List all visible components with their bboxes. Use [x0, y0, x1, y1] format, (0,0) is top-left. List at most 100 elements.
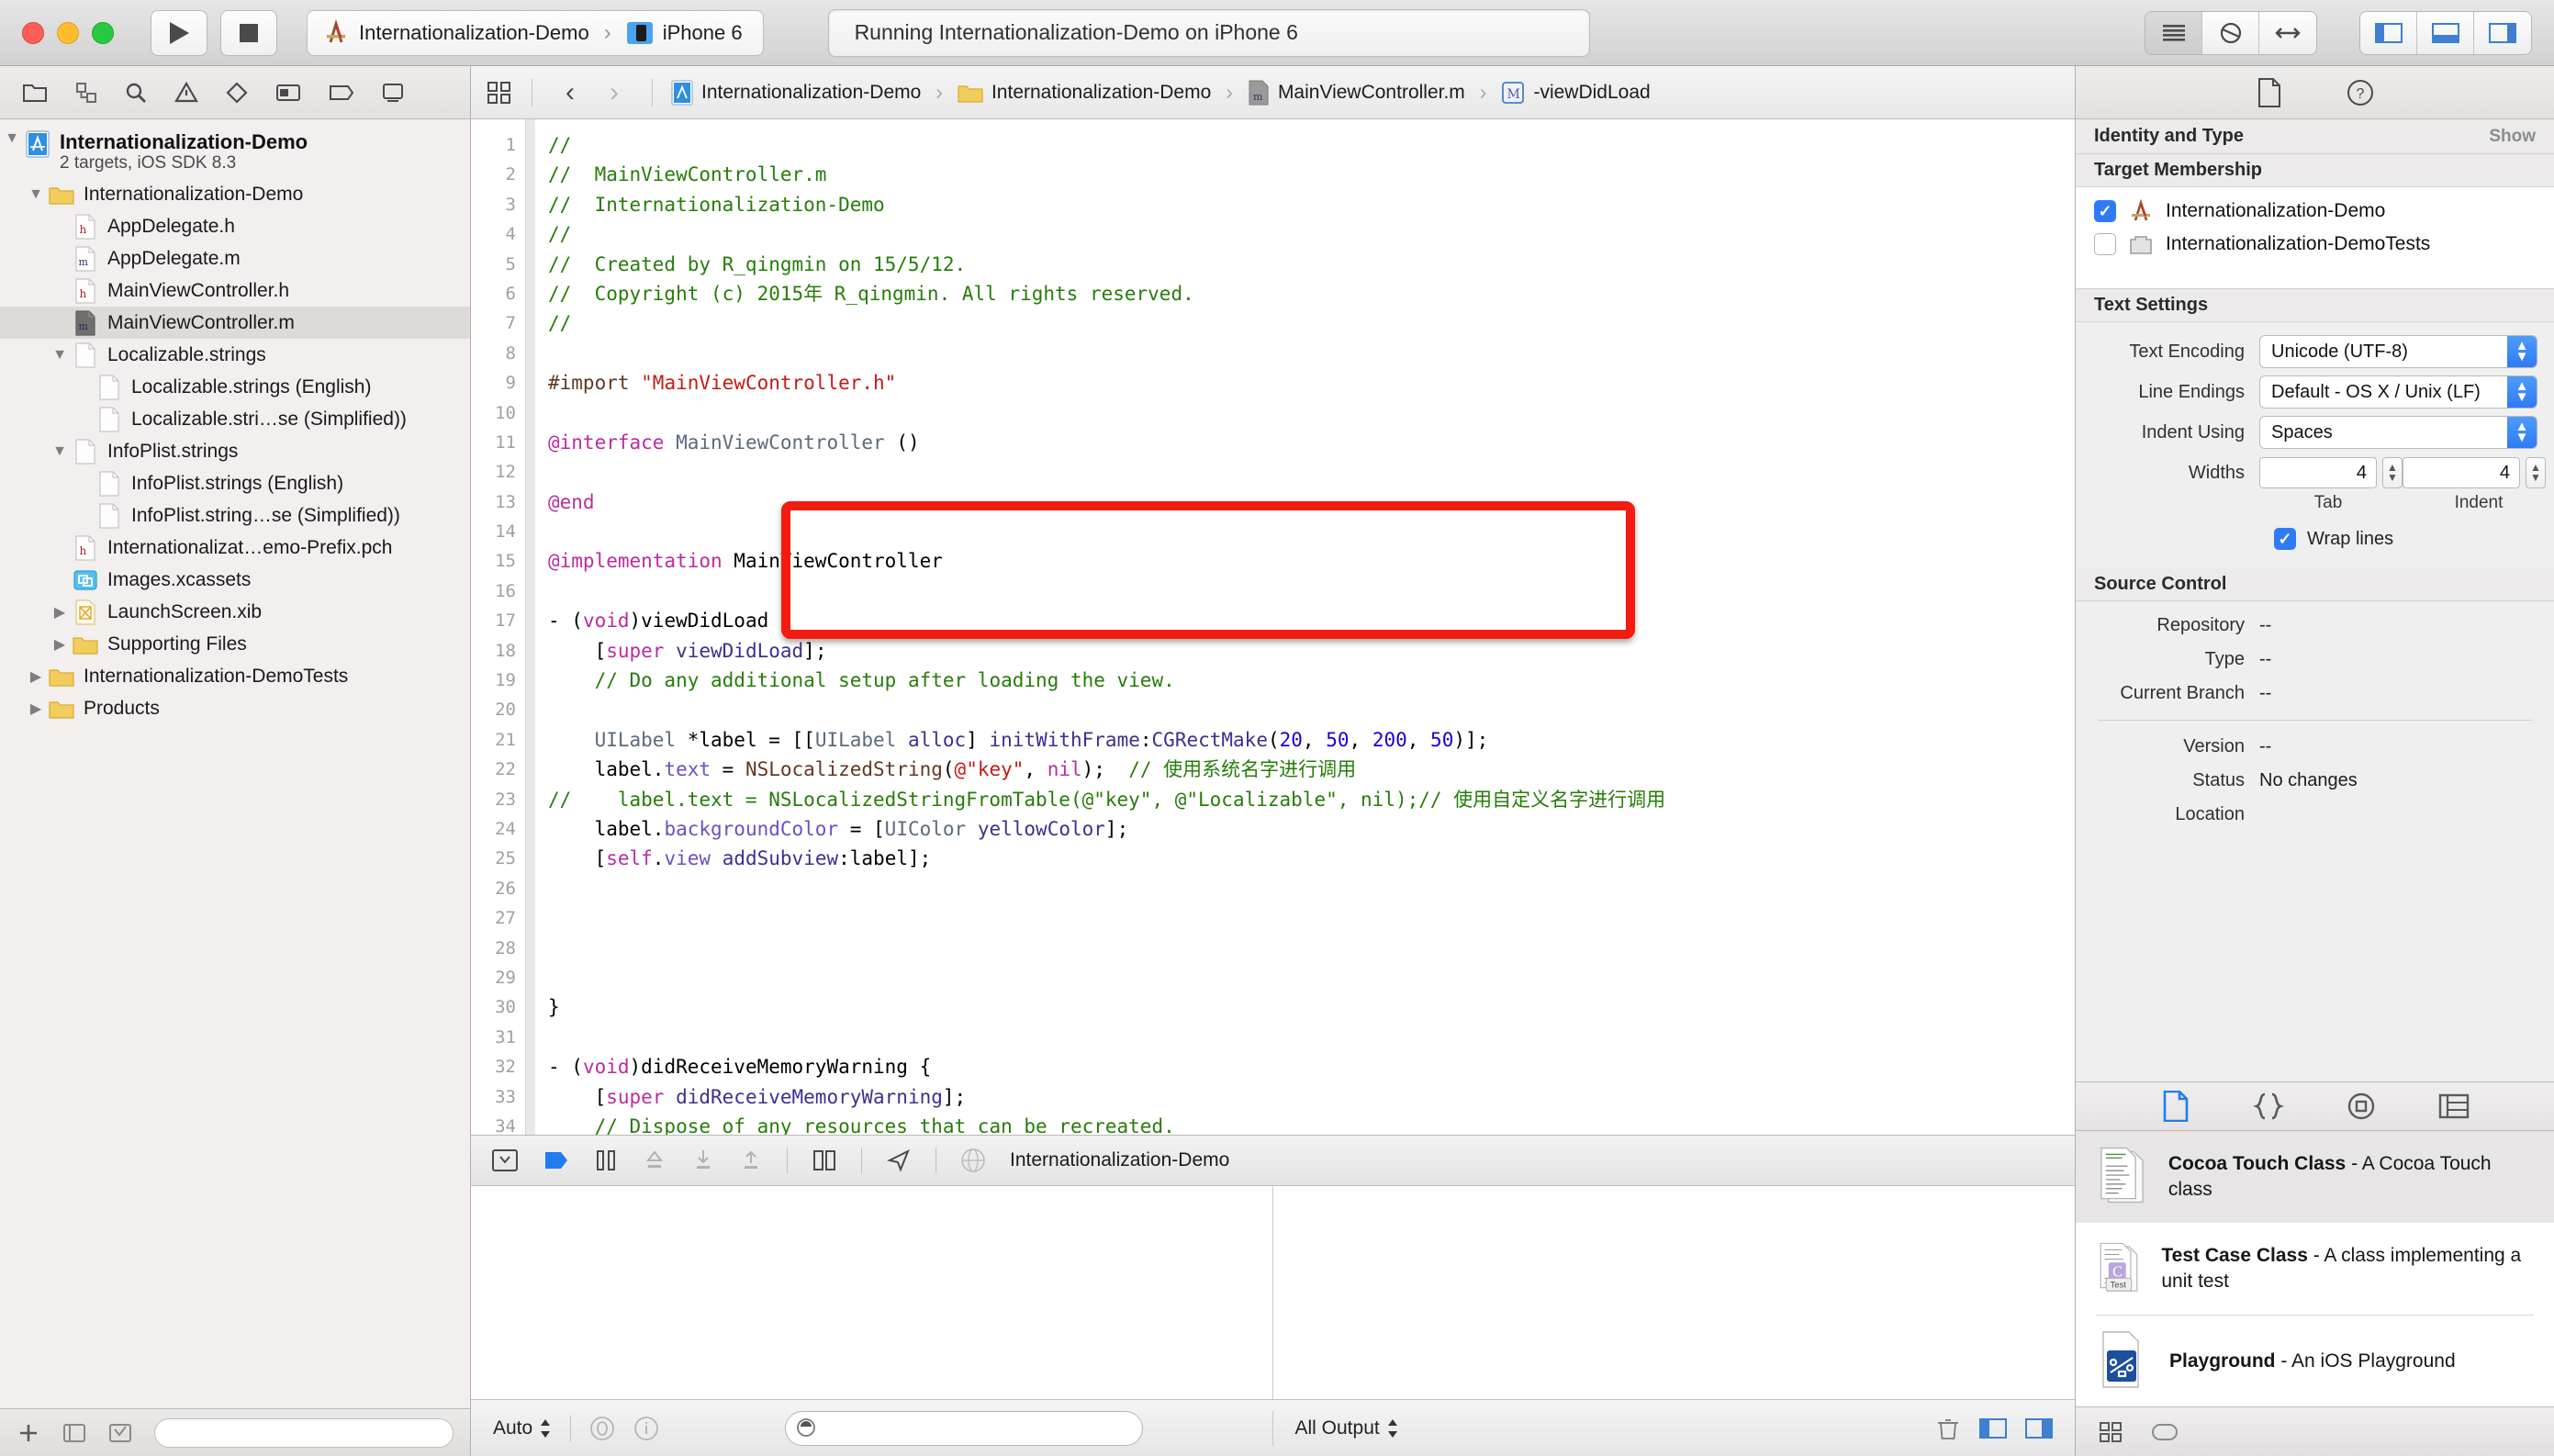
indent-using-popup[interactable]: Spaces ▲ ▼ [2259, 416, 2537, 449]
tree-row-localizable-strings[interactable]: ▼ Localizable.strings [0, 339, 470, 371]
target-checkbox[interactable] [2094, 233, 2116, 255]
quick-help-inspector-icon[interactable]: ? [2347, 79, 2374, 106]
filter-recent-icon[interactable] [62, 1422, 86, 1444]
step-out-icon[interactable] [739, 1148, 763, 1172]
issue-navigator-icon[interactable] [174, 81, 198, 104]
tab-stepper-arrows[interactable]: ▲ ▼ [2382, 457, 2403, 488]
tree-row-products[interactable]: ▶ Products [0, 692, 470, 724]
text-encoding-popup[interactable]: Unicode (UTF-8) ▲ ▼ [2259, 335, 2537, 368]
test-navigator-icon[interactable] [226, 81, 248, 104]
zoom-button[interactable] [92, 21, 114, 44]
tree-row-supporting-files[interactable]: ▶ Supporting Files [0, 628, 470, 660]
toggle-utilities-button[interactable] [2474, 11, 2531, 54]
target-checkbox[interactable] [2094, 200, 2116, 222]
file-template-library-icon[interactable] [2161, 1091, 2190, 1122]
code-text[interactable]: // // MainViewController.m // Internationa… [526, 119, 2075, 1135]
target-row[interactable]: Internationalization-DemoTests [2076, 228, 2554, 261]
code-snippet-library-icon[interactable] [2252, 1092, 2284, 1121]
tree-row-localizable-strings-english[interactable]: ▶Localizable.strings (English) [0, 371, 470, 403]
target-row[interactable]: Internationalization-Demo [2076, 195, 2554, 228]
tree-row-internationalization-demotests[interactable]: ▶ Internationalization-DemoTests [0, 660, 470, 692]
minimize-button[interactable] [57, 21, 79, 44]
related-items-icon[interactable] [486, 80, 513, 106]
source-code-editor[interactable]: 1 2 3 4 5 6 7 8 9 10 11 12 13 14 15 16 17 18 19 20 21 22 23 24 2… [471, 119, 2075, 1135]
indent-width-value[interactable]: 4 [2403, 457, 2520, 488]
variables-view[interactable] [471, 1186, 1273, 1399]
view-hierarchy-icon[interactable] [812, 1148, 837, 1172]
editor-version-button[interactable] [2259, 11, 2316, 54]
wrap-lines-checkbox[interactable] [2274, 528, 2296, 550]
line-endings-popup[interactable]: Default - OS X / Unix (LF) ▲ ▼ [2259, 375, 2537, 409]
disclosure-triangle[interactable]: ▶ [24, 667, 48, 686]
tree-row-localizable-stri-se-simplified[interactable]: ▶Localizable.stri…se (Simplified)) [0, 403, 470, 435]
tree-row-infoplist-strings-english[interactable]: ▶InfoPlist.strings (English) [0, 467, 470, 499]
breakpoint-navigator-icon[interactable] [329, 83, 354, 103]
step-over-icon[interactable] [642, 1148, 667, 1172]
tab-width-value[interactable]: 4 [2259, 457, 2377, 488]
file-inspector-icon[interactable] [2257, 77, 2282, 107]
disclosure-triangle[interactable]: ▶ [48, 635, 72, 654]
hide-debug-area-icon[interactable] [491, 1148, 519, 1172]
find-navigator-icon[interactable] [125, 82, 147, 104]
tree-row-images-xcassets[interactable]: ▶Images.xcassets [0, 564, 470, 596]
toggle-navigator-button[interactable] [2360, 11, 2417, 54]
watch-eye-icon[interactable] [589, 1416, 615, 1441]
tree-row-mainviewcontroller-h[interactable]: ▶hMainViewController.h [0, 274, 470, 307]
variables-scope-popup[interactable]: Auto [493, 1417, 552, 1439]
debug-navigator-icon[interactable] [275, 83, 301, 103]
symbol-navigator-icon[interactable] [75, 82, 97, 104]
scheme-selector[interactable]: Internationalization-Demo › iPhone 6 [307, 9, 764, 56]
close-button[interactable] [22, 21, 44, 44]
breadcrumb-project[interactable]: Internationalization-Demo [671, 79, 921, 106]
tree-row-mainviewcontroller-m[interactable]: ▶mMainViewController.m [0, 307, 470, 339]
toggle-debug-area-button[interactable] [2417, 11, 2474, 54]
output-scope-popup[interactable]: All Output [1295, 1417, 1399, 1439]
go-forward-button[interactable]: › [595, 77, 633, 108]
trash-icon[interactable] [1935, 1416, 1961, 1441]
editor-assistant-button[interactable] [2202, 11, 2259, 54]
tree-row-internationalization-demo[interactable]: ▼ Internationalization-Demo [0, 178, 470, 210]
tree-row-infoplist-strings[interactable]: ▼ InfoPlist.strings [0, 435, 470, 467]
add-file-icon[interactable] [17, 1421, 40, 1445]
tab-width-stepper[interactable]: 4 ▲ ▼ [2259, 457, 2403, 488]
disclosure-triangle[interactable]: ▶ [48, 603, 72, 622]
breadcrumb-file[interactable]: m MainViewController.m [1248, 80, 1465, 106]
project-navigator-tree[interactable]: ▼ Internationalization-Demo 2 targets, i… [0, 119, 470, 1408]
report-navigator-icon[interactable] [382, 82, 404, 104]
tree-row-project[interactable]: ▼ Internationalization-Demo 2 targets, i… [0, 127, 470, 178]
step-into-icon[interactable] [691, 1148, 715, 1172]
go-back-button[interactable]: ‹ [551, 77, 589, 108]
wrap-lines-row[interactable]: Wrap lines [2076, 513, 2554, 550]
library-item[interactable]: Playground - An iOS Playground [2076, 1316, 2554, 1406]
editor-standard-button[interactable] [2145, 11, 2202, 54]
indent-width-stepper[interactable]: 4 ▲ ▼ [2403, 457, 2546, 488]
project-navigator-icon[interactable] [22, 82, 48, 104]
pause-icon[interactable] [594, 1148, 618, 1172]
indent-stepper-arrows[interactable]: ▲ ▼ [2526, 457, 2546, 488]
library-items-list[interactable]: Cocoa Touch Class - A Cocoa Touch class … [2076, 1131, 2554, 1406]
simulate-location-icon[interactable] [886, 1148, 912, 1172]
library-item[interactable]: C Test Test Case Class - A class impleme… [2076, 1223, 2554, 1315]
library-filter-icon[interactable] [2151, 1420, 2179, 1444]
disclosure-triangle[interactable]: ▶ [24, 700, 48, 718]
tree-row-infoplist-string-se-simplified[interactable]: ▶InfoPlist.string…se (Simplified)) [0, 499, 470, 532]
info-icon[interactable] [633, 1416, 659, 1441]
split-both-icon[interactable] [1979, 1417, 2007, 1439]
continue-icon[interactable] [543, 1148, 570, 1172]
console-view[interactable] [1272, 1186, 2075, 1399]
tree-row-appdelegate-m[interactable]: ▶mAppDelegate.m [0, 242, 470, 274]
tree-row-internationalizat-emo-prefix-pch[interactable]: ▶hInternationalizat…emo-Prefix.pch [0, 532, 470, 564]
library-item[interactable]: Cocoa Touch Class - A Cocoa Touch class [2076, 1131, 2554, 1223]
variables-filter-field[interactable] [784, 1410, 1143, 1446]
tree-row-launchscreen-xib[interactable]: ▶ LaunchScreen.xib [0, 596, 470, 628]
library-grid-view-icon[interactable] [2098, 1420, 2123, 1444]
disclosure-triangle[interactable]: ▼ [0, 130, 24, 147]
breadcrumb-symbol[interactable]: M -viewDidLoad [1501, 81, 1651, 105]
run-button[interactable] [151, 9, 207, 56]
object-library-icon[interactable] [2347, 1092, 2376, 1121]
disclosure-triangle[interactable]: ▼ [48, 443, 72, 460]
filter-unsaved-icon[interactable] [108, 1422, 132, 1444]
disclosure-triangle[interactable]: ▼ [24, 186, 48, 203]
stop-button[interactable] [220, 9, 277, 56]
show-link[interactable]: Show [2489, 127, 2536, 147]
